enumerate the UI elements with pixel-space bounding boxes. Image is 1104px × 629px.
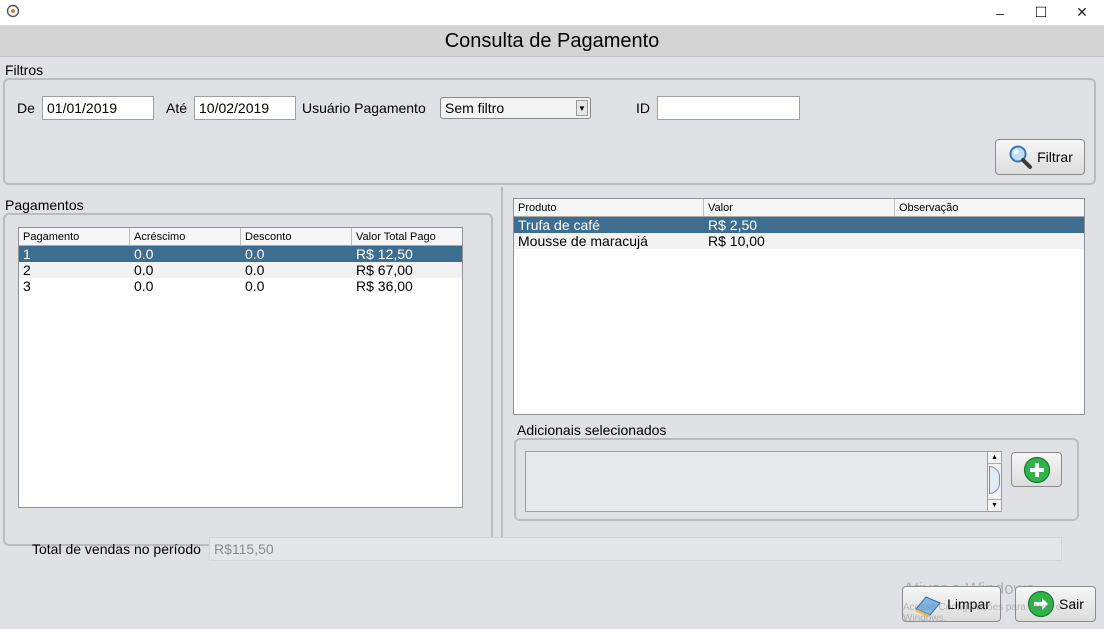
- table-row[interactable]: 1 0.0 0.0 R$ 12,50: [19, 246, 462, 262]
- page-title: Consulta de Pagamento: [0, 25, 1104, 57]
- column-header-acrescimo[interactable]: Acréscimo: [130, 228, 241, 245]
- from-date-input[interactable]: 01/01/2019: [42, 96, 154, 120]
- minimize-button[interactable]: –: [980, 0, 1020, 25]
- table-cell: 0.0: [245, 246, 265, 262]
- scroll-thumb[interactable]: [989, 466, 1000, 494]
- table-cell: R$ 36,00: [356, 278, 413, 294]
- id-label: ID: [636, 100, 650, 116]
- table-cell: 0.0: [134, 246, 154, 262]
- products-table-header: Produto Valor Observação: [514, 199, 1084, 217]
- panel-divider[interactable]: [501, 187, 503, 549]
- payment-user-select-value: Sem filtro: [445, 100, 505, 116]
- column-header-desconto[interactable]: Desconto: [241, 228, 352, 245]
- table-row[interactable]: 3 0.0 0.0 R$ 36,00: [19, 278, 462, 294]
- table-cell: 0.0: [134, 262, 154, 278]
- column-header-observacao[interactable]: Observação: [895, 199, 1084, 216]
- add-extra-button[interactable]: [1011, 452, 1062, 487]
- clear-button[interactable]: Limpar: [902, 586, 1001, 622]
- eraser-icon: [915, 596, 941, 617]
- table-cell: Mousse de maracujá: [518, 233, 648, 249]
- table-cell: 0.0: [245, 262, 265, 278]
- column-header-valor-total[interactable]: Valor Total Pago: [352, 228, 462, 245]
- scroll-up-icon[interactable]: ▲: [988, 452, 1001, 464]
- filters-section-label: Filtros: [5, 62, 44, 78]
- filter-button[interactable]: Filtrar: [995, 139, 1085, 175]
- table-cell: 0.0: [134, 278, 154, 294]
- from-date-label: De: [17, 100, 35, 116]
- scroll-down-icon[interactable]: ▼: [988, 499, 1001, 511]
- table-cell: [895, 233, 1084, 249]
- total-sales-field: R$115,50: [209, 537, 1062, 561]
- to-date-label: Até: [166, 100, 188, 116]
- extras-scrollbar[interactable]: ▲ ▼: [987, 452, 1001, 511]
- chevron-down-icon: ▼: [576, 100, 588, 116]
- table-cell: R$ 67,00: [356, 262, 413, 278]
- table-cell: R$ 2,50: [708, 217, 758, 233]
- filter-button-label: Filtrar: [1037, 149, 1073, 165]
- exit-button[interactable]: Sair: [1015, 586, 1096, 622]
- arrow-right-circle-icon: [1027, 590, 1055, 618]
- table-cell: 2: [23, 262, 31, 278]
- window-titlebar: – ☐ ✕: [0, 0, 1104, 25]
- extras-section-label: Adicionais selecionados: [517, 422, 667, 438]
- to-date-input[interactable]: 10/02/2019: [194, 96, 296, 120]
- column-header-pagamento[interactable]: Pagamento: [19, 228, 130, 245]
- total-sales-label: Total de vendas no período: [32, 541, 201, 557]
- table-cell: 1: [23, 246, 31, 262]
- magnifier-icon: [1009, 145, 1033, 169]
- close-button[interactable]: ✕: [1062, 0, 1102, 25]
- table-cell: 3: [23, 278, 31, 294]
- filters-group: [3, 78, 1096, 185]
- table-cell: R$ 12,50: [356, 246, 413, 262]
- payment-user-label: Usuário Pagamento: [302, 100, 426, 116]
- payments-table[interactable]: Pagamento Acréscimo Desconto Valor Total…: [18, 227, 463, 508]
- table-cell: Trufa de café: [518, 217, 600, 233]
- java-app-icon: [6, 4, 20, 18]
- payments-table-header: Pagamento Acréscimo Desconto Valor Total…: [19, 228, 462, 246]
- table-cell: [895, 217, 1084, 233]
- id-input[interactable]: [657, 96, 800, 120]
- table-row[interactable]: Mousse de maracujá R$ 10,00: [514, 233, 1084, 249]
- table-cell: 0.0: [245, 278, 265, 294]
- payments-section-label: Pagamentos: [5, 197, 84, 213]
- clear-button-label: Limpar: [947, 596, 990, 612]
- column-header-produto[interactable]: Produto: [514, 199, 704, 216]
- payment-user-select[interactable]: Sem filtro ▼: [440, 97, 591, 119]
- table-row[interactable]: Trufa de café R$ 2,50: [514, 217, 1084, 233]
- maximize-button[interactable]: ☐: [1021, 0, 1061, 25]
- add-icon: [1023, 456, 1050, 483]
- table-row[interactable]: 2 0.0 0.0 R$ 67,00: [19, 262, 462, 278]
- window-content: Consulta de Pagamento Filtros De 01/01/2…: [0, 25, 1104, 629]
- table-cell: R$ 10,00: [708, 233, 765, 249]
- column-header-valor[interactable]: Valor: [704, 199, 895, 216]
- extras-list[interactable]: ▲ ▼: [525, 451, 1002, 512]
- products-table[interactable]: Produto Valor Observação Trufa de café R…: [513, 198, 1085, 415]
- exit-button-label: Sair: [1059, 596, 1084, 612]
